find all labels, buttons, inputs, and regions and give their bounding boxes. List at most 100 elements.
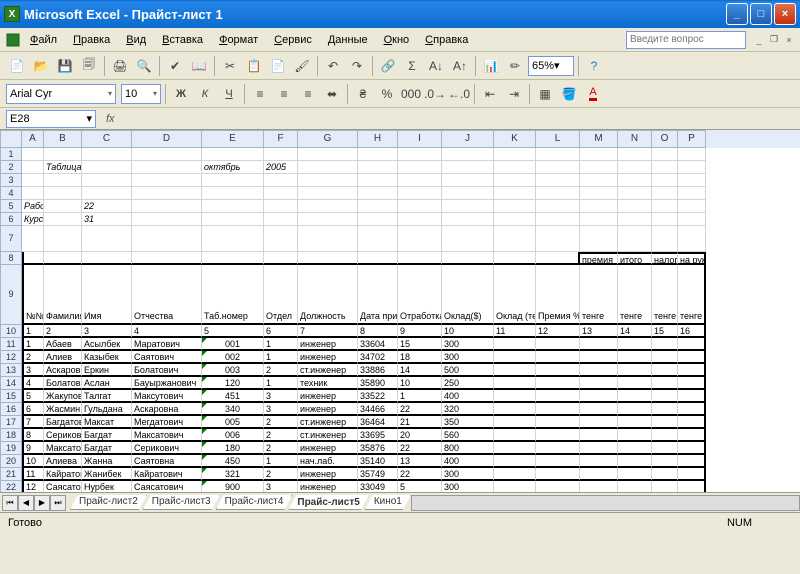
sort-desc-icon[interactable]: A↑ xyxy=(449,55,471,77)
redo-icon[interactable]: ↷ xyxy=(346,55,368,77)
cell[interactable]: 3 xyxy=(264,403,298,416)
tab-last-button[interactable]: ⏭ xyxy=(50,495,66,511)
cell[interactable]: Серикович xyxy=(132,442,202,455)
cell[interactable] xyxy=(678,442,706,455)
cell[interactable]: Таб.номер xyxy=(202,265,264,325)
cell[interactable]: 33049 xyxy=(358,481,398,492)
cell[interactable] xyxy=(494,364,536,377)
cell[interactable]: Маратович xyxy=(132,338,202,351)
cell[interactable] xyxy=(580,226,618,252)
row-header[interactable]: 14 xyxy=(0,377,22,390)
cell[interactable] xyxy=(44,187,82,200)
cell[interactable] xyxy=(652,403,678,416)
cell[interactable] xyxy=(652,429,678,442)
cell[interactable] xyxy=(652,364,678,377)
cell[interactable] xyxy=(618,416,652,429)
col-header-H[interactable]: H xyxy=(358,130,398,148)
cell[interactable]: 5 xyxy=(22,390,44,403)
align-right-icon[interactable]: ≡ xyxy=(297,83,319,105)
cell[interactable] xyxy=(22,161,44,174)
font-color-icon[interactable]: A xyxy=(582,83,604,105)
col-header-J[interactable]: J xyxy=(442,130,494,148)
cell[interactable]: Дата приема xyxy=(358,265,398,325)
cell[interactable] xyxy=(580,200,618,213)
cell[interactable] xyxy=(202,148,264,161)
cell[interactable] xyxy=(132,252,202,265)
cell[interactable] xyxy=(494,213,536,226)
cell[interactable]: техник xyxy=(298,377,358,390)
cell[interactable] xyxy=(358,174,398,187)
sheet-tab[interactable]: Прайс-лист5 xyxy=(288,495,368,510)
cell[interactable] xyxy=(44,174,82,187)
cell[interactable] xyxy=(678,351,706,364)
cell[interactable] xyxy=(202,213,264,226)
cell[interactable] xyxy=(580,213,618,226)
row-header[interactable]: 6 xyxy=(0,213,22,226)
cell[interactable] xyxy=(678,429,706,442)
cell[interactable]: 20 xyxy=(398,429,442,442)
cell[interactable]: 300 xyxy=(442,338,494,351)
cell[interactable]: тенге xyxy=(580,265,618,325)
cell[interactable] xyxy=(618,161,652,174)
cell[interactable]: 006 xyxy=(202,429,264,442)
cell[interactable] xyxy=(132,148,202,161)
cell[interactable]: Жасмин xyxy=(44,403,82,416)
cell[interactable] xyxy=(580,442,618,455)
cell[interactable] xyxy=(536,429,580,442)
name-box[interactable]: E28▾ xyxy=(6,110,96,128)
cell[interactable]: 34466 xyxy=(358,403,398,416)
cell[interactable]: Багдат xyxy=(82,442,132,455)
cell[interactable]: 13 xyxy=(580,325,618,338)
cell[interactable]: Багдатов xyxy=(44,416,82,429)
cell[interactable] xyxy=(678,364,706,377)
fx-label[interactable]: fx xyxy=(106,113,115,125)
cell[interactable] xyxy=(44,252,82,265)
row-header[interactable]: 1 xyxy=(0,148,22,161)
cell[interactable] xyxy=(298,187,358,200)
cell[interactable] xyxy=(678,187,706,200)
col-header-P[interactable]: P xyxy=(678,130,706,148)
tab-first-button[interactable]: ⏮ xyxy=(2,495,18,511)
cell[interactable]: Максатов xyxy=(44,442,82,455)
cell[interactable]: налог xyxy=(652,252,678,265)
cell[interactable] xyxy=(536,226,580,252)
cell[interactable] xyxy=(652,455,678,468)
maximize-button[interactable]: □ xyxy=(750,3,772,25)
cell[interactable]: 15 xyxy=(652,325,678,338)
cell[interactable]: инженер xyxy=(298,338,358,351)
cell[interactable] xyxy=(652,416,678,429)
cell[interactable] xyxy=(652,338,678,351)
cell[interactable]: 22 xyxy=(398,403,442,416)
cell[interactable] xyxy=(678,200,706,213)
col-header-K[interactable]: K xyxy=(494,130,536,148)
cell[interactable]: 400 xyxy=(442,455,494,468)
cell[interactable] xyxy=(494,174,536,187)
cell[interactable]: 320 xyxy=(442,403,494,416)
cell[interactable] xyxy=(132,161,202,174)
col-header-F[interactable]: F xyxy=(264,130,298,148)
cell[interactable] xyxy=(442,252,494,265)
hscrollbar[interactable] xyxy=(411,495,800,511)
cell[interactable]: 18 xyxy=(398,351,442,364)
cell[interactable]: 800 xyxy=(442,442,494,455)
cell[interactable]: 11 xyxy=(22,468,44,481)
bold-icon[interactable]: Ж xyxy=(170,83,192,105)
cell[interactable] xyxy=(298,161,358,174)
cell[interactable]: Талгат xyxy=(82,390,132,403)
cell[interactable]: 321 xyxy=(202,468,264,481)
row-header[interactable]: 8 xyxy=(0,252,22,265)
col-header-C[interactable]: C xyxy=(82,130,132,148)
cell[interactable]: Мегдатович xyxy=(132,416,202,429)
cell[interactable] xyxy=(618,187,652,200)
cell[interactable] xyxy=(298,252,358,265)
cell[interactable] xyxy=(22,148,44,161)
menu-Правка[interactable]: Правка xyxy=(65,32,118,48)
cell[interactable]: 14 xyxy=(398,364,442,377)
cell[interactable]: 2 xyxy=(264,468,298,481)
dec-indent-icon[interactable]: ⇤ xyxy=(479,83,501,105)
cell[interactable] xyxy=(202,187,264,200)
row-header[interactable]: 16 xyxy=(0,403,22,416)
row-header[interactable]: 2 xyxy=(0,161,22,174)
cell[interactable] xyxy=(652,390,678,403)
cell[interactable]: 2 xyxy=(44,325,82,338)
